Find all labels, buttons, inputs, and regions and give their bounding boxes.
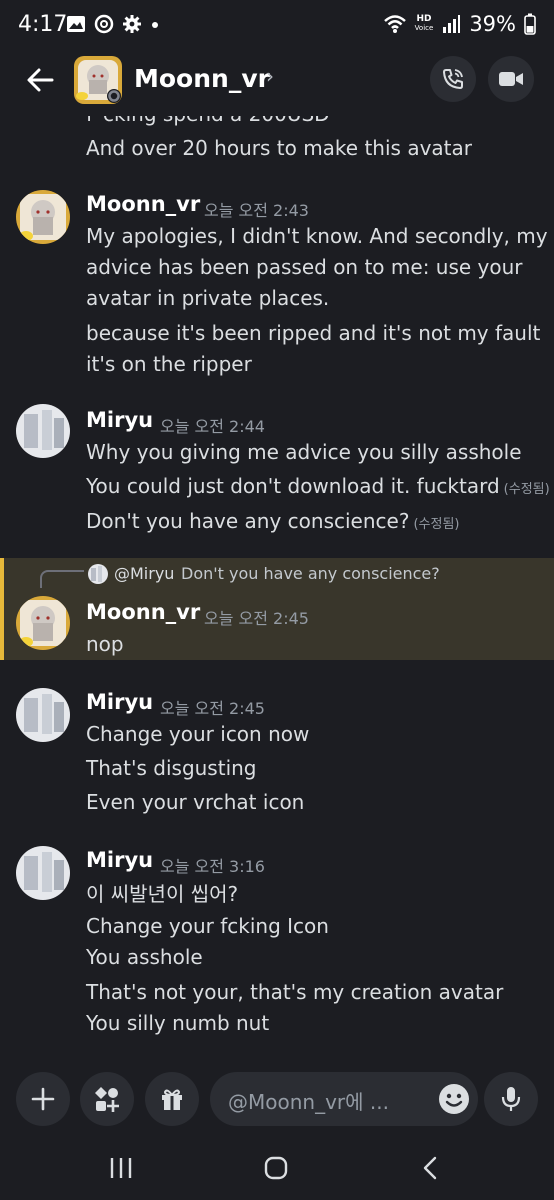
wifi-icon	[383, 15, 406, 33]
message-author[interactable]: Moonn_vr	[86, 192, 200, 216]
message-timestamp: 오늘 오전 2:44	[160, 417, 265, 436]
status-notification-icons	[66, 14, 160, 34]
message-input-placeholder: @Moonn_vr에 ...	[228, 1090, 389, 1114]
message-line: Why you giving me advice you silly assho…	[86, 440, 522, 464]
status-time: 4:17	[18, 12, 68, 37]
battery-percent: 39%	[469, 12, 516, 36]
message-author[interactable]: Miryu	[86, 408, 153, 432]
message-line: You silly numb nut	[86, 1011, 270, 1035]
gallery-icon	[67, 16, 85, 32]
message-author[interactable]: Miryu	[86, 690, 153, 714]
message-timestamp: 오늘 오전 2:43	[204, 201, 309, 220]
hd-voice-badge: HD Voice	[414, 14, 434, 33]
message-line: because it's been ripped and it's not my…	[86, 321, 541, 345]
avatar[interactable]	[16, 846, 70, 900]
message-timestamp: 오늘 오전 2:45	[160, 699, 265, 718]
chevron-right-icon[interactable]: ›	[266, 64, 274, 88]
message-line: That's disgusting	[86, 756, 257, 780]
gift-button[interactable]	[145, 1072, 199, 1126]
settings-gear-icon	[123, 15, 141, 33]
message-author[interactable]: Miryu	[86, 848, 153, 872]
header-avatar[interactable]	[74, 56, 122, 104]
avatar[interactable]	[16, 190, 70, 244]
status-bar: 4:17 HD Voice 39%	[0, 0, 554, 52]
apps-icon	[95, 1087, 119, 1112]
avatar[interactable]	[16, 596, 70, 650]
voice-message-button[interactable]	[484, 1072, 538, 1126]
message-line: advice has been passed on to me: use you…	[86, 255, 523, 279]
header-title[interactable]: Moonn_vr	[134, 64, 270, 93]
message-line: avatar in private places.	[86, 286, 330, 310]
message-list[interactable]: f*cking spend a 200USD And over 20 hours…	[0, 104, 554, 1060]
message-line: f*cking spend a 200USD	[86, 104, 330, 126]
message-input[interactable]: @Moonn_vr에 ...	[210, 1072, 478, 1126]
message-author[interactable]: Moonn_vr	[86, 600, 200, 624]
avatar[interactable]	[16, 404, 70, 458]
message-line: Don't you have any conscience? (수정됨)	[86, 509, 460, 533]
message-line: You could just don't download it. fuckta…	[86, 474, 550, 498]
microphone-icon	[501, 1087, 521, 1111]
plus-icon	[31, 1087, 55, 1111]
status-system-icons: HD Voice 39%	[383, 12, 536, 36]
reply-username[interactable]: @Miryu	[114, 564, 174, 583]
home-icon[interactable]	[263, 1156, 289, 1180]
message-line: 이 씨발년이 씹어?	[86, 882, 239, 906]
message-timestamp: 오늘 오전 3:16	[160, 857, 265, 876]
message-line: it's on the ripper	[86, 352, 252, 376]
voice-call-button[interactable]	[430, 56, 476, 102]
message-composer: @Moonn_vr에 ...	[0, 1060, 554, 1136]
emoji-icon[interactable]	[438, 1083, 470, 1115]
message-line: Even your vrchat icon	[86, 790, 305, 814]
reply-connector	[40, 570, 84, 588]
message-line: And over 20 hours to make this avatar	[86, 136, 472, 160]
dot-icon	[152, 22, 158, 28]
message-line: You asshole	[86, 945, 203, 969]
avatar[interactable]	[16, 688, 70, 742]
gift-icon	[162, 1089, 182, 1110]
threads-icon	[94, 14, 114, 34]
recents-icon[interactable]	[108, 1156, 134, 1180]
edited-label: (수정됨)	[503, 482, 550, 497]
message-line: My apologies, I didn't know. And secondl…	[86, 224, 548, 248]
message-timestamp: 오늘 오전 2:45	[204, 609, 309, 628]
add-attachment-button[interactable]	[16, 1072, 70, 1126]
video-call-icon	[499, 72, 523, 86]
phone-call-icon	[443, 69, 463, 89]
reply-preview[interactable]: Don't you have any conscience?	[181, 564, 440, 583]
nav-back-icon[interactable]	[420, 1156, 440, 1180]
reply-avatar	[88, 564, 108, 584]
message-line: Change your icon now	[86, 722, 310, 746]
signal-icon	[443, 15, 461, 33]
message-line: nop	[86, 632, 124, 656]
video-call-button[interactable]	[488, 56, 534, 102]
battery-icon	[524, 13, 536, 35]
message-line: Change your fcking Icon	[86, 914, 329, 938]
back-arrow-icon[interactable]	[24, 64, 56, 96]
edited-label: (수정됨)	[413, 517, 460, 532]
system-navigation-bar	[0, 1136, 554, 1200]
apps-button[interactable]	[80, 1072, 134, 1126]
message-line: That's not your, that's my creation avat…	[86, 980, 504, 1004]
